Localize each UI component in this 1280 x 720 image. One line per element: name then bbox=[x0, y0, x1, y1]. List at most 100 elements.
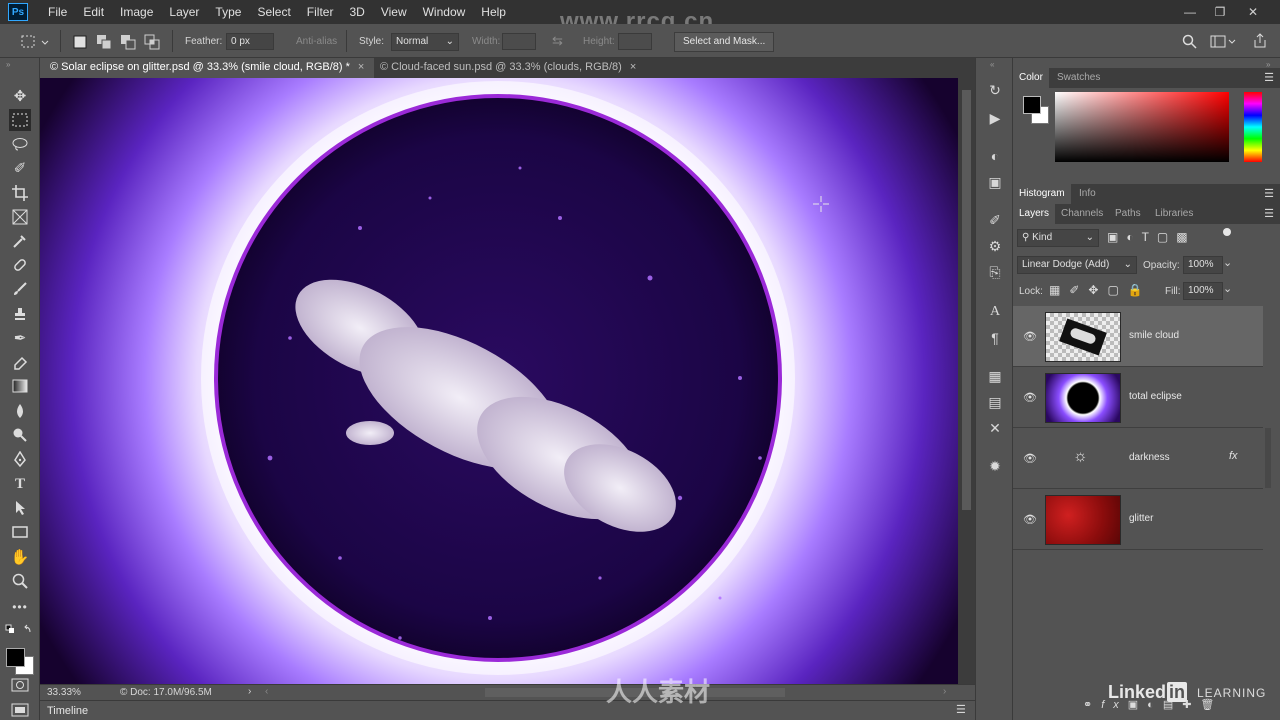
layer-name[interactable]: darkness bbox=[1129, 452, 1170, 463]
hue-slider[interactable] bbox=[1244, 92, 1262, 162]
paragraph-panel-icon[interactable]: ¶ bbox=[985, 328, 1005, 348]
menu-filter[interactable]: Filter bbox=[299, 0, 342, 24]
foreground-color-swatch[interactable] bbox=[6, 648, 25, 667]
layer-row-glitter[interactable]: 👁 glitter bbox=[1013, 489, 1263, 550]
gradient-tool-icon[interactable] bbox=[9, 375, 31, 397]
height-input[interactable] bbox=[618, 33, 652, 50]
move-tool-icon[interactable]: ✥ bbox=[9, 85, 31, 107]
layer-row-smile-cloud[interactable]: 👁 smile cloud bbox=[1013, 306, 1263, 367]
eraser-tool-icon[interactable] bbox=[9, 351, 31, 373]
layer-effects-icon[interactable]: fx bbox=[1229, 450, 1238, 462]
panel-menu-icon[interactable]: ☰ bbox=[1264, 207, 1274, 220]
rectangle-tool-icon[interactable] bbox=[9, 521, 31, 543]
menu-view[interactable]: View bbox=[373, 0, 415, 24]
path-selection-tool-icon[interactable] bbox=[9, 497, 31, 519]
tools-settings-icon[interactable]: ✕ bbox=[985, 418, 1005, 438]
filter-toggle-icon[interactable] bbox=[1223, 228, 1231, 236]
frame-tool-icon[interactable] bbox=[9, 206, 31, 228]
clone-source-icon[interactable]: ⎘ bbox=[985, 262, 1005, 282]
menu-layer[interactable]: Layer bbox=[161, 0, 207, 24]
visibility-eye-icon[interactable]: 👁 bbox=[1023, 330, 1037, 343]
visibility-eye-icon[interactable]: 👁 bbox=[1023, 513, 1037, 526]
status-menu-icon[interactable]: › bbox=[248, 686, 251, 697]
type-tool-icon[interactable]: T bbox=[9, 473, 31, 495]
layer-name[interactable]: glitter bbox=[1129, 513, 1153, 524]
menu-file[interactable]: File bbox=[40, 0, 75, 24]
healing-brush-tool-icon[interactable] bbox=[9, 254, 31, 276]
new-selection-icon[interactable] bbox=[72, 34, 88, 50]
expand-dock-icon[interactable]: « bbox=[990, 60, 994, 69]
menu-help[interactable]: Help bbox=[473, 0, 514, 24]
vertical-scrollbar[interactable] bbox=[958, 78, 975, 684]
tab-swatches[interactable]: Swatches bbox=[1051, 68, 1106, 88]
restore-icon[interactable]: ❐ bbox=[1205, 0, 1235, 24]
tab-libraries[interactable]: Libraries bbox=[1149, 204, 1199, 224]
menu-edit[interactable]: Edit bbox=[75, 0, 112, 24]
scroll-thumb[interactable] bbox=[962, 90, 971, 510]
menu-3d[interactable]: 3D bbox=[341, 0, 372, 24]
subtract-selection-icon[interactable] bbox=[120, 34, 136, 50]
workspace-icon[interactable] bbox=[1210, 34, 1236, 50]
anti-alias-label[interactable]: Anti-alias bbox=[296, 36, 337, 47]
blur-tool-icon[interactable] bbox=[9, 400, 31, 422]
style-select[interactable]: Normal ⌄ bbox=[391, 33, 459, 51]
select-and-mask-button[interactable]: Select and Mask... bbox=[674, 32, 775, 52]
blend-mode-select[interactable]: Linear Dodge (Add) ⌄ bbox=[1017, 256, 1137, 274]
hscroll-right-icon[interactable]: › bbox=[943, 686, 946, 697]
tab-cloud-faced-sun[interactable]: © Cloud-faced sun.psd @ 33.3% (clouds, R… bbox=[370, 58, 646, 78]
hand-tool-icon[interactable]: ✋ bbox=[9, 546, 31, 568]
visibility-eye-icon[interactable]: 👁 bbox=[1023, 452, 1037, 465]
timeline-label[interactable]: Timeline bbox=[47, 705, 88, 717]
menu-window[interactable]: Window bbox=[415, 0, 474, 24]
clone-stamp-tool-icon[interactable] bbox=[9, 303, 31, 325]
3d-panel-icon[interactable]: ✹ bbox=[985, 456, 1005, 476]
zoom-level[interactable]: 33.33% bbox=[47, 687, 81, 698]
layer-filter-icons[interactable]: ▣◐T▢▩ bbox=[1107, 230, 1196, 244]
menu-image[interactable]: Image bbox=[112, 0, 161, 24]
lock-icons[interactable]: ▦✐✥▢🔒 bbox=[1049, 283, 1152, 297]
search-icon[interactable] bbox=[1182, 34, 1198, 50]
dodge-tool-icon[interactable] bbox=[9, 424, 31, 446]
share-icon[interactable] bbox=[1252, 33, 1268, 49]
tab-paths[interactable]: Paths bbox=[1109, 204, 1147, 224]
history-panel-icon[interactable]: ↻ bbox=[985, 80, 1005, 100]
color-field[interactable] bbox=[1055, 92, 1229, 162]
menu-select[interactable]: Select bbox=[249, 0, 298, 24]
tool-presets-icon[interactable]: ⚙ bbox=[985, 236, 1005, 256]
minimize-icon[interactable]: — bbox=[1175, 0, 1205, 24]
filter-kind-select[interactable]: ⚲ Kind ⌄ bbox=[1017, 229, 1099, 247]
tab-color[interactable]: Color bbox=[1013, 68, 1049, 88]
chevron-down-icon[interactable]: ⌄ bbox=[1223, 256, 1232, 269]
more-tools-icon[interactable]: ••• bbox=[9, 596, 31, 618]
tab-histogram[interactable]: Histogram bbox=[1013, 184, 1071, 204]
visibility-eye-icon[interactable]: 👁 bbox=[1023, 391, 1037, 404]
intersect-selection-icon[interactable] bbox=[144, 34, 160, 50]
feather-input[interactable]: 0 px bbox=[226, 33, 274, 50]
quick-mask-icon[interactable] bbox=[11, 678, 29, 692]
brush-settings-icon[interactable]: ✐ bbox=[985, 210, 1005, 230]
tab-info[interactable]: Info bbox=[1073, 184, 1102, 204]
menu-type[interactable]: Type bbox=[207, 0, 249, 24]
layer-name[interactable]: smile cloud bbox=[1129, 330, 1179, 341]
rectangular-marquee-tool-icon[interactable] bbox=[9, 109, 31, 131]
panel-menu-icon[interactable]: ☰ bbox=[1264, 187, 1274, 200]
layer-name[interactable]: total eclipse bbox=[1129, 391, 1182, 402]
doc-size[interactable]: © Doc: 17.0M/96.5M bbox=[120, 687, 212, 698]
actions-panel-icon[interactable]: ▶ bbox=[985, 108, 1005, 128]
marquee-preset-icon[interactable] bbox=[20, 33, 50, 51]
notes-panel-icon[interactable]: ▤ bbox=[985, 392, 1005, 412]
adjustments-panel-icon[interactable]: ◐ bbox=[985, 146, 1005, 166]
properties-panel-icon[interactable]: ▣ bbox=[985, 172, 1005, 192]
canvas-area[interactable] bbox=[40, 78, 958, 684]
panel-menu-icon[interactable]: ☰ bbox=[956, 703, 966, 716]
panel-menu-icon[interactable]: ☰ bbox=[1264, 71, 1274, 84]
eclipse-artwork[interactable] bbox=[40, 78, 958, 684]
foreground-color-chip[interactable] bbox=[1023, 96, 1041, 114]
layers-scrollbar[interactable] bbox=[1265, 428, 1271, 488]
close-icon[interactable]: × bbox=[358, 61, 364, 73]
tab-channels[interactable]: Channels bbox=[1055, 204, 1109, 224]
quick-selection-tool-icon[interactable]: ✐ bbox=[9, 157, 31, 179]
navigator-panel-icon[interactable]: ▦ bbox=[985, 366, 1005, 386]
tab-layers[interactable]: Layers bbox=[1013, 204, 1056, 224]
default-colors-icon[interactable] bbox=[5, 624, 35, 636]
